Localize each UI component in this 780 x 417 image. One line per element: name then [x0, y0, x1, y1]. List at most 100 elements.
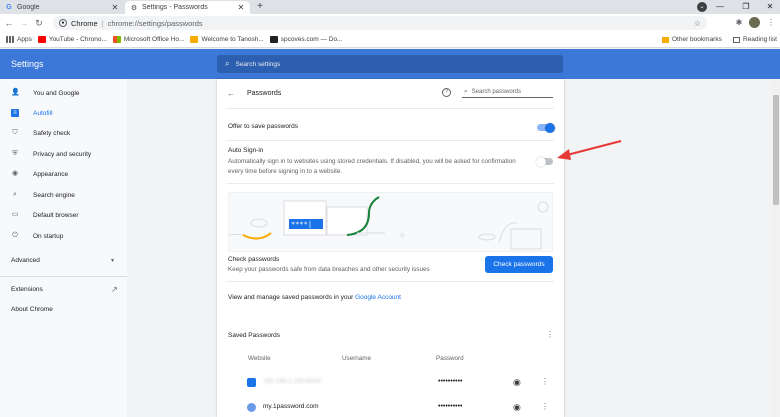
column-header-password: Password	[436, 355, 464, 362]
google-account-link[interactable]: Google Account	[355, 294, 401, 301]
auto-signin-description: Automatically sign in to websites using …	[228, 158, 516, 175]
minimize-icon[interactable]: —	[708, 0, 732, 14]
chrome-menu-icon[interactable]: ⋮	[765, 17, 777, 29]
tab-settings-passwords[interactable]: ⚙ Settings - Passwords ✕	[125, 1, 250, 14]
google-g-icon: G	[6, 4, 12, 11]
bookmark-label: spcoves.com — Do...	[280, 36, 343, 43]
password-field-graphic: ****|	[291, 221, 312, 229]
bookmark-label: Apps	[17, 36, 32, 43]
back-icon[interactable]: ←	[3, 17, 15, 29]
forward-icon[interactable]: →	[18, 17, 30, 29]
sidebar-item-on-startup[interactable]: ⏻ On startup	[0, 228, 127, 244]
window-close-icon[interactable]: ✕	[758, 0, 780, 14]
view-manage-prefix: View and manage saved passwords in your	[228, 294, 356, 301]
table-row[interactable]: my.1password.com •••••••••• ◉ ⋮	[217, 398, 564, 417]
bookmark-label: Welcome to Tanosh...	[201, 36, 264, 43]
show-password-eye-icon[interactable]: ◉	[513, 377, 521, 388]
sidebar-item-advanced[interactable]: Advanced ▾	[0, 252, 127, 268]
chrome-site-icon: ●	[59, 19, 67, 27]
profile-avatar[interactable]	[749, 17, 760, 28]
divider	[227, 140, 554, 141]
toggle-knob	[545, 122, 555, 133]
page-scrollbar[interactable]	[772, 79, 780, 417]
sidebar-item-default-browser[interactable]: ▭ Default browser	[0, 207, 127, 223]
search-passwords-input[interactable]: ⌕ Search passwords	[462, 87, 553, 98]
sidebar-item-privacy[interactable]: ⛨ Privacy and security	[0, 146, 127, 162]
table-row[interactable]: 192.168.1.100:8006 •••••••••• ◉ ⋮	[217, 373, 564, 393]
masked-password: ••••••••••	[438, 403, 463, 410]
saved-passwords-title: Saved Passwords	[228, 332, 281, 339]
sidebar-item-appearance[interactable]: ◉ Appearance	[0, 166, 127, 182]
offer-to-save-toggle[interactable]	[537, 122, 555, 133]
sidebar-item-autofill[interactable]: ≡ Autofill	[0, 105, 127, 121]
show-password-eye-icon[interactable]: ◉	[513, 402, 521, 413]
bookmark-label: Other bookmarks	[672, 36, 722, 43]
bookmark-spcoves[interactable]: spcoves.com — Do...	[269, 36, 343, 43]
offer-to-save-label: Offer to save passwords	[228, 123, 298, 130]
search-passwords-placeholder: Search passwords	[471, 89, 521, 95]
close-icon[interactable]: ✕	[111, 3, 119, 12]
folder-icon	[662, 36, 669, 43]
person-icon: 👤	[11, 89, 20, 96]
svg-text:✳: ✳	[399, 231, 406, 240]
scrollbar-thumb[interactable]	[773, 95, 779, 205]
search-icon: ⌕	[13, 191, 17, 198]
check-passwords-illustration: ****| ✳	[228, 192, 553, 252]
tab-label: Settings - Passwords	[142, 4, 208, 11]
check-passwords-description: Keep your passwords safe from data breac…	[228, 266, 430, 273]
new-tab-button[interactable]: +	[254, 1, 266, 13]
close-icon[interactable]: ✕	[237, 3, 245, 12]
reading-list-icon	[733, 36, 740, 43]
bookmark-youtube[interactable]: YouTube - Chrono...	[37, 36, 107, 43]
auto-signin-title: Auto Sign-in	[228, 147, 264, 154]
sidebar-item-safety-check[interactable]: ⛉ Safety check	[0, 125, 127, 141]
auto-signin-toggle[interactable]	[536, 156, 553, 167]
help-icon[interactable]: ?	[442, 88, 451, 97]
sidebar-item-label: Safety check	[33, 129, 71, 137]
tab-strip: G Google ✕ ⚙ Settings - Passwords ✕ + ⌄ …	[0, 0, 780, 14]
annotation-arrow	[557, 140, 622, 160]
bookmark-apps[interactable]: Apps	[6, 36, 32, 43]
row-more-icon[interactable]: ⋮	[541, 377, 549, 386]
bookmark-star-icon[interactable]: ☆	[694, 19, 701, 28]
saved-site: my.1password.com	[263, 403, 319, 410]
address-bar[interactable]: ● Chrome | chrome://settings/passwords ☆	[53, 16, 707, 30]
tab-search-icon[interactable]: ⌄	[697, 2, 707, 12]
power-icon: ⏻	[12, 232, 18, 239]
sidebar-item-label: You and Google	[33, 89, 80, 97]
divider	[227, 281, 554, 282]
youtube-icon	[37, 36, 46, 43]
search-icon: ⌕	[225, 59, 230, 68]
search-icon: ⌕	[464, 88, 468, 95]
bookmark-favicon-icon	[269, 36, 278, 43]
check-passwords-title: Check passwords	[228, 256, 280, 263]
row-more-icon[interactable]: ⋮	[541, 402, 549, 411]
masked-password: ••••••••••	[438, 378, 463, 385]
sidebar-item-label: Extensions	[11, 285, 43, 293]
settings-search-input[interactable]: ⌕ Search settings	[217, 55, 563, 73]
sidebar-item-label: Search engine	[33, 191, 75, 199]
back-arrow-icon[interactable]: ←	[227, 89, 235, 98]
palette-icon: ◉	[11, 170, 19, 177]
address-origin: Chrome	[71, 18, 98, 28]
reading-list[interactable]: Reading list	[733, 36, 777, 43]
bookmark-tanosh[interactable]: Welcome to Tanosh...	[190, 36, 264, 43]
extensions-puzzle-icon[interactable]: ✱	[733, 17, 745, 29]
sidebar-item-search-engine[interactable]: ⌕ Search engine	[0, 187, 127, 203]
bookmark-microsoft-office[interactable]: Microsoft Office Ho...	[112, 36, 184, 43]
reload-icon[interactable]: ↻	[33, 17, 45, 29]
sidebar-item-you-and-google[interactable]: 👤 You and Google	[0, 85, 127, 101]
more-options-icon[interactable]: ⋮	[546, 330, 554, 339]
check-passwords-button[interactable]: Check passwords	[485, 256, 553, 273]
toggle-knob	[536, 156, 546, 167]
tab-google[interactable]: G Google ✕	[0, 1, 124, 14]
sidebar-item-extensions[interactable]: Extensions ↗	[0, 281, 127, 297]
maximize-icon[interactable]: ❐	[734, 0, 758, 14]
divider	[227, 183, 554, 184]
bookmark-label: YouTube - Chrono...	[48, 36, 107, 43]
sidebar-item-about-chrome[interactable]: About Chrome	[0, 301, 127, 317]
shield-check-icon: ⛉	[12, 129, 18, 136]
browser-icon: ▭	[11, 211, 19, 218]
bookmark-label: Reading list	[743, 36, 777, 43]
bookmark-other[interactable]: Other bookmarks	[662, 36, 722, 43]
